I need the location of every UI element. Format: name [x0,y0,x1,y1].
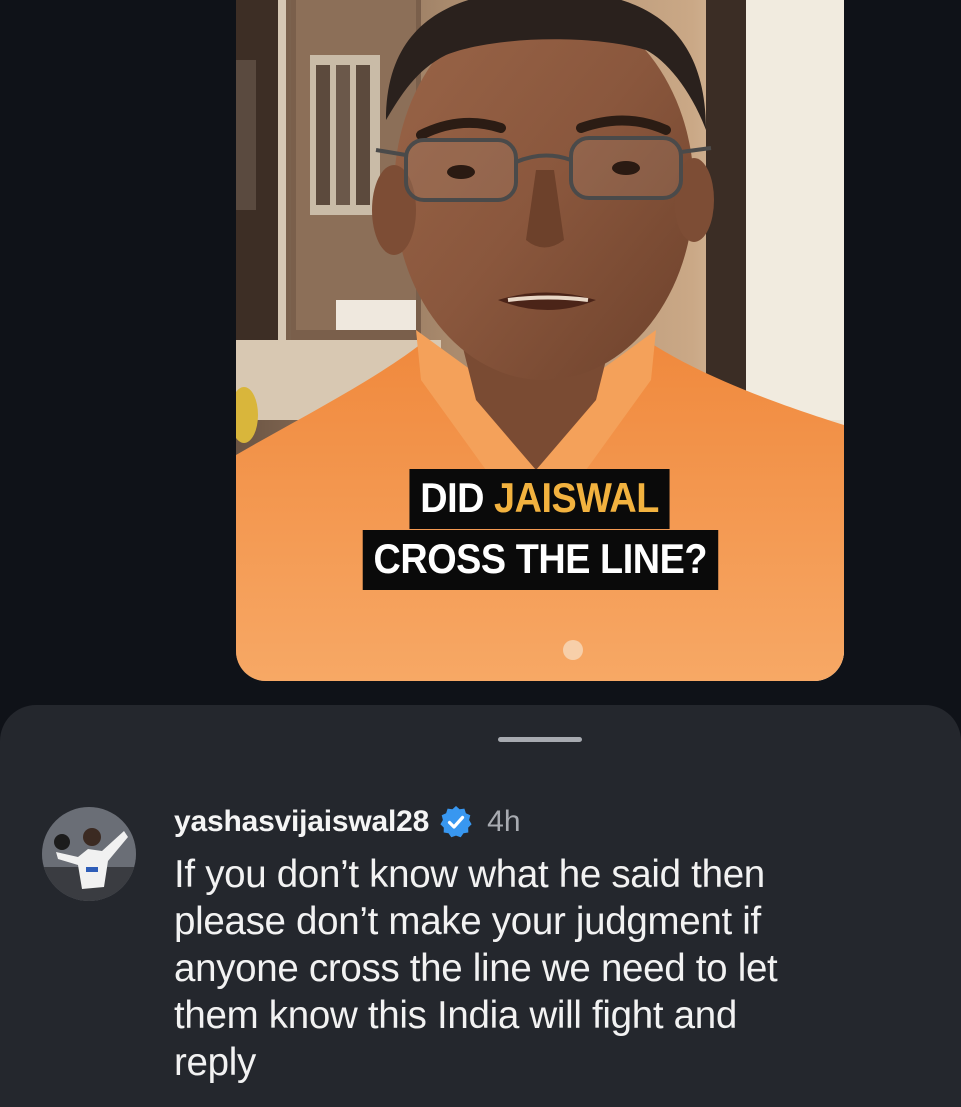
avatar[interactable] [42,807,136,901]
reel-screen: DID JAISWAL CROSS THE LINE? yashasvijais… [0,0,961,1107]
profile-photo-icon [42,807,136,901]
caption-prefix: DID [420,474,495,521]
video-caption-line-2: CROSS THE LINE? [236,530,844,590]
caption-line-2-text: CROSS THE LINE? [362,530,718,590]
comments-sheet: yashasvijaiswal28 4h If you don’t know w… [0,705,961,1107]
reel-video-player[interactable]: DID JAISWAL CROSS THE LINE? [236,0,844,681]
comment-username[interactable]: yashasvijaiswal28 [174,805,429,839]
comment-item: yashasvijaiswal28 4h If you don’t know w… [174,801,934,1086]
video-caption-line-1: DID JAISWAL [236,469,844,529]
comment-header: yashasvijaiswal28 4h [174,801,934,843]
verified-badge-icon [439,805,473,839]
caption-accent-name: JAISWAL [494,474,660,521]
comment-body: If you don’t know what he said then plea… [174,853,778,1084]
sheet-drag-handle[interactable] [498,737,582,742]
comment-timestamp: 4h [487,805,521,838]
